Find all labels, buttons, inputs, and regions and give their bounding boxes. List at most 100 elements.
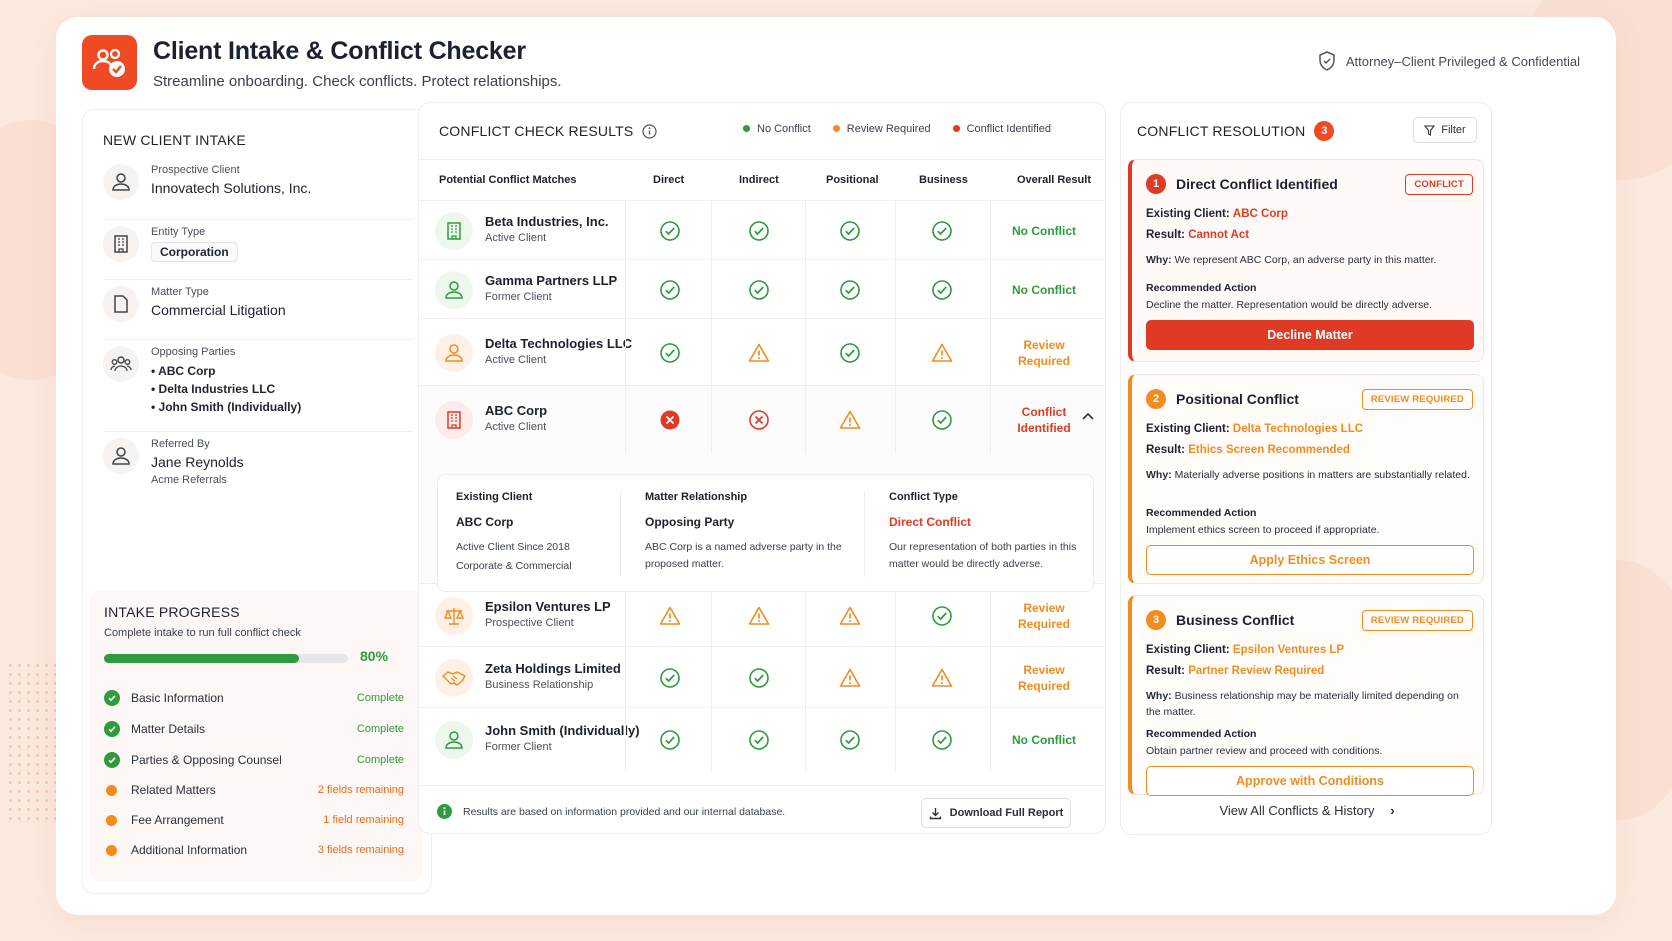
intake-progress-card: INTAKE PROGRESS Complete intake to run f… (90, 590, 422, 882)
detail-heading: Conflict Type (889, 491, 958, 503)
progress-step[interactable]: Fee Arrangement 1 field remaining (104, 813, 404, 827)
match-status: Active Client (485, 232, 547, 244)
existing-client-label: Existing Client: (1146, 644, 1230, 656)
check-circle-icon (659, 279, 681, 301)
recommended-action-text: Implement ethics screen to proceed if ap… (1146, 524, 1380, 536)
chevron-up-icon[interactable] (1081, 408, 1095, 426)
progress-step-label: Additional Information (131, 843, 248, 857)
why-label: Why: (1146, 690, 1172, 702)
match-status: Prospective Client (485, 617, 574, 629)
match-status: Former Client (485, 291, 552, 303)
progress-step[interactable]: Basic Information Complete (104, 690, 404, 706)
check-circle-icon (931, 409, 953, 431)
warning-triangle-icon (931, 342, 953, 364)
conflict-resolution-card: 1 Direct Conflict Identified CONFLICT Ex… (1128, 159, 1484, 362)
detail-heading: Matter Relationship (645, 491, 748, 503)
new-client-intake-panel: NEW CLIENT INTAKE Prospective Client Inno… (82, 109, 432, 894)
matter-type-row[interactable]: Matter Type Commercial Litigation (103, 286, 413, 340)
opposing-parties-row[interactable]: Opposing Parties • ABC Corp • Delta Indu… (103, 346, 413, 432)
progress-step[interactable]: Matter Details Complete (104, 721, 404, 737)
conflict-match-row[interactable]: John Smith (Individually) Former Client N… (419, 707, 1105, 772)
download-icon (929, 807, 941, 819)
conflict-match-row[interactable]: Delta Technologies LLC Active Client Revi… (419, 318, 1105, 386)
x-circle-filled-icon (659, 409, 681, 431)
warning-triangle-icon (659, 605, 681, 627)
check-circle-icon (104, 752, 120, 768)
match-name: Zeta Holdings Limited (485, 661, 621, 676)
detail-conflict-type: Conflict Type Direct Conflict Our repres… (889, 475, 1089, 573)
resolution-action-button[interactable]: Decline Matter (1146, 320, 1474, 350)
card-title: Positional Conflict (1176, 391, 1299, 407)
overall-result: Review Required (1017, 663, 1070, 693)
conflict-match-row[interactable]: Gamma Partners LLP Former Client No Confl… (419, 259, 1105, 319)
view-all-label: View All Conflicts & History (1219, 803, 1375, 818)
result-label: Result: (1146, 229, 1185, 241)
overall-result: Review Required (1017, 338, 1070, 368)
opposing-party-item: • John Smith (Individually) (151, 400, 302, 414)
person-icon (435, 721, 473, 759)
check-circle-icon (659, 342, 681, 364)
resolution-action-button[interactable]: Apply Ethics Screen (1146, 545, 1474, 575)
referred-by-row[interactable]: Referred By Jane Reynolds Acme Referrals (103, 438, 413, 498)
progress-step-label: Basic Information (131, 691, 224, 705)
match-name: Beta Industries, Inc. (485, 214, 609, 229)
filter-button[interactable]: Filter (1413, 117, 1477, 143)
check-circle-icon (104, 721, 120, 737)
prospective-client-row[interactable]: Prospective Client Innovatech Solutions, … (103, 164, 413, 220)
progress-step-status: Complete (356, 692, 404, 704)
chevron-right-icon: › (1390, 803, 1395, 818)
check-circle-icon (839, 729, 861, 751)
referred-by-org: Acme Referrals (151, 474, 227, 486)
pending-dot-icon (106, 784, 117, 796)
legend-conflict-identified: Conflict Identified (952, 123, 1051, 135)
match-status: Active Client (485, 421, 547, 433)
progress-step-status: Complete (356, 723, 404, 735)
view-all-conflicts-link[interactable]: View All Conflicts & History › (1121, 803, 1493, 818)
resolution-action-button[interactable]: Approve with Conditions (1146, 766, 1474, 796)
opposing-party-item: • Delta Industries LLC (151, 382, 276, 396)
x-circle-icon (748, 409, 770, 431)
entity-type-row[interactable]: Entity Type Corporation (103, 226, 413, 280)
match-name: John Smith (Individually) (485, 723, 640, 738)
check-circle-icon (931, 279, 953, 301)
warning-triangle-icon (931, 667, 953, 689)
conflict-match-row[interactable]: Beta Industries, Inc. Active Client No Co… (419, 200, 1105, 260)
check-circle-icon (931, 729, 953, 751)
resolution-heading: CONFLICT RESOLUTION (1137, 123, 1306, 139)
conflict-match-row[interactable]: Epsilon Ventures LP Prospective Client Re… (419, 583, 1105, 647)
intake-progress-bar (104, 654, 348, 663)
matter-type-label: Matter Type (151, 286, 209, 298)
detail-heading: Existing Client (456, 491, 533, 503)
opposing-party-item: • ABC Corp (151, 364, 216, 378)
result-value: Partner Review Required (1188, 665, 1325, 677)
check-circle-icon (104, 690, 120, 706)
intake-heading: NEW CLIENT INTAKE (103, 132, 246, 148)
info-icon[interactable] (642, 123, 658, 139)
app-logo-icon (82, 35, 137, 90)
existing-client-value: Delta Technologies LLC (1232, 423, 1364, 435)
card-title: Direct Conflict Identified (1176, 176, 1338, 192)
detail-value: ABC Corp (456, 515, 514, 529)
progress-step[interactable]: Related Matters 2 fields remaining (104, 783, 404, 797)
progress-step-status: 1 field remaining (323, 814, 404, 826)
detail-value: Opposing Party (645, 515, 735, 529)
recommended-action-heading: Recommended Action (1146, 282, 1257, 294)
download-report-button[interactable]: Download Full Report (921, 798, 1071, 828)
progress-step[interactable]: Parties & Opposing Counsel Complete (104, 752, 404, 768)
info-filled-icon (437, 804, 452, 819)
overall-result: No Conflict (1012, 224, 1076, 238)
referred-by-label: Referred By (151, 438, 210, 450)
card-number-badge: 1 (1146, 174, 1166, 194)
document-icon (103, 286, 139, 322)
prospective-client-label: Prospective Client (151, 164, 240, 176)
recommended-action-heading: Recommended Action (1146, 507, 1257, 519)
progress-step-label: Matter Details (131, 722, 206, 736)
person-icon (435, 271, 473, 309)
card-title: Business Conflict (1176, 612, 1295, 628)
conflict-match-row[interactable]: Zeta Holdings Limited Business Relations… (419, 646, 1105, 708)
conflict-detail-panel: Existing Client ABC Corp Active Client S… (437, 474, 1094, 592)
warning-triangle-icon (748, 342, 770, 364)
progress-step-status: Complete (356, 754, 404, 766)
warning-triangle-icon (748, 605, 770, 627)
progress-step[interactable]: Additional Information 3 fields remaining (104, 843, 404, 857)
